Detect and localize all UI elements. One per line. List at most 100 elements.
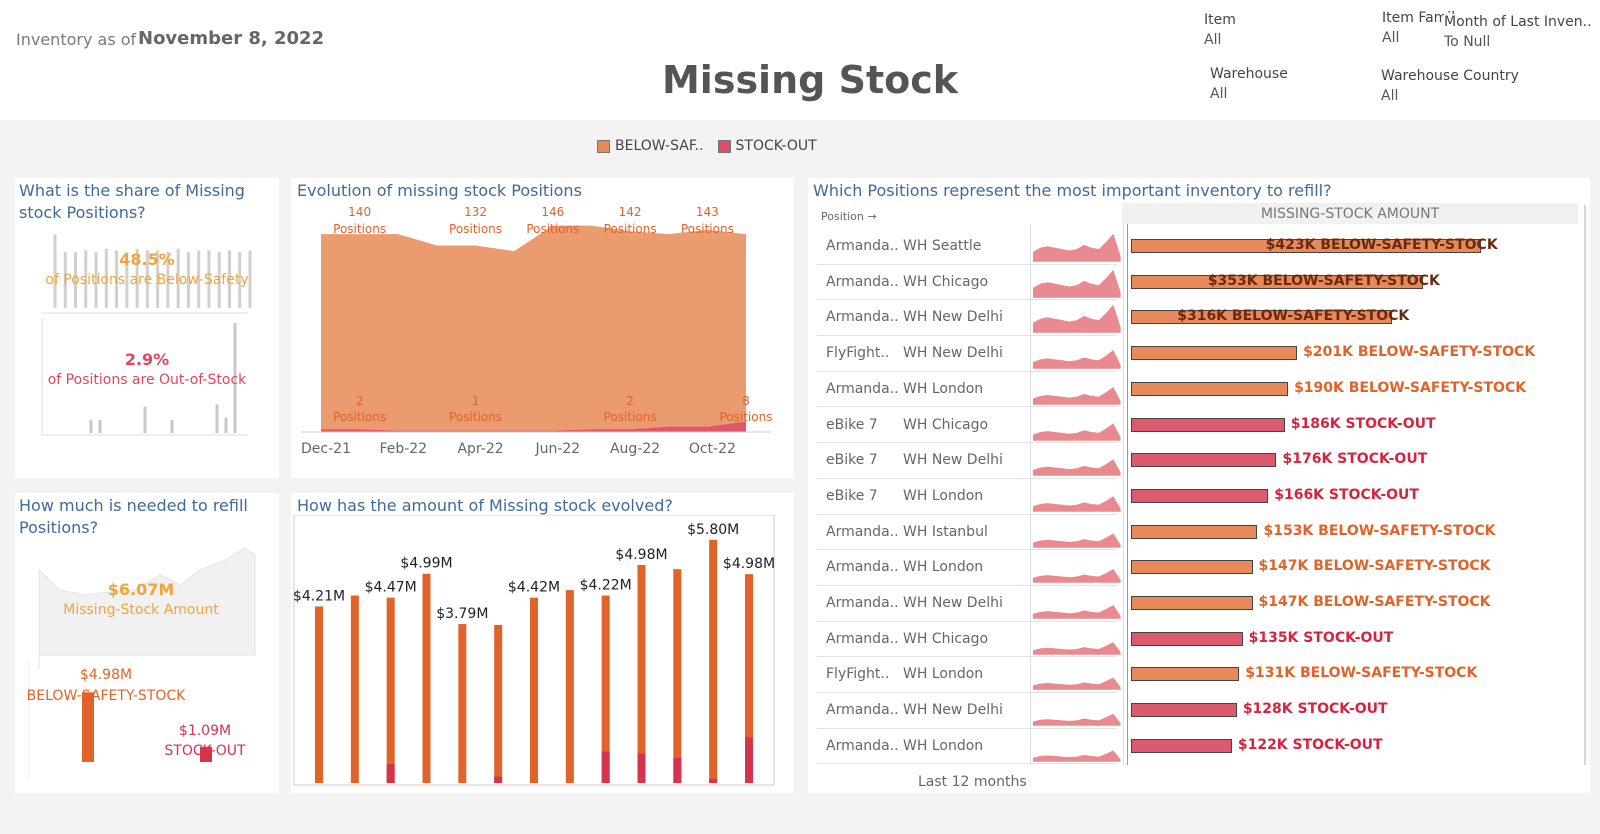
sparkline-area [1033, 386, 1121, 405]
sort-arrow-icon[interactable]: → [867, 210, 876, 223]
share-out-bar [215, 404, 219, 433]
table-row[interactable]: Armanda.. WH New Delhi $316K BELOW-SAFETY-… [817, 300, 1587, 337]
share-out-bar [89, 419, 93, 433]
area-x-tick-label: Feb-22 [379, 441, 427, 457]
amount-bar-label: $4.47M [365, 580, 417, 596]
area-top-value-label: 140 [348, 205, 371, 219]
table-row[interactable]: Armanda.. WH New Delhi $147K BELOW-SAFETY-… [817, 586, 1587, 622]
table-row[interactable]: Armanda.. WH Chicago $135K STOCK-OUT [817, 622, 1587, 658]
bar-value-label: $316K BELOW-SAFETY-STOCK [1177, 308, 1410, 325]
row-warehouse-name: WH New Delhi [903, 452, 1003, 469]
row-item-name: Armanda.. [826, 559, 899, 576]
amount-panel-title: How has the amount of Missing stock evol… [297, 496, 673, 515]
refill-total-label: Missing-Stock Amount [63, 602, 219, 618]
area-bottom-positions-label: Positions [449, 410, 502, 424]
out-of-stock-text: of Positions are Out-of-Stock [47, 372, 247, 388]
row-warehouse-name: WH New Delhi [903, 345, 1003, 362]
stock-out-bar[interactable] [1131, 453, 1277, 468]
sparkline-area [1033, 305, 1121, 334]
position-column-header[interactable]: Position → [821, 210, 877, 223]
below-safety-bar[interactable] [1131, 667, 1240, 682]
below-safety-bar[interactable] [1131, 524, 1258, 539]
row-sparkline [1033, 604, 1121, 619]
row-item-name: FlyFight.. [826, 345, 890, 362]
amount-bar-label: $4.99M [400, 556, 452, 572]
stock-out-bar[interactable] [1131, 631, 1243, 646]
table-row[interactable]: Armanda.. WH London $147K BELOW-SAFETY-STO… [817, 550, 1587, 586]
area-bottom-positions-label: Positions [604, 410, 657, 424]
amount-column-header[interactable]: MISSING-STOCK AMOUNT [1122, 206, 1578, 222]
table-row[interactable]: Armanda.. WH London $190K BELOW-SAFETY-STO… [817, 372, 1587, 408]
amount-bar-below-safety [494, 624, 503, 783]
amount-bar-label: $4.98M [723, 556, 775, 572]
area-x-tick-label: Apr-22 [457, 441, 503, 457]
filter-warehouse-value[interactable]: All [1210, 86, 1288, 102]
amount-bar-below-safety [386, 597, 395, 783]
filter-item-label: Item [1204, 12, 1236, 28]
table-row[interactable]: FlyFight.. WH New Delhi $201K BELOW-SAFETY… [817, 336, 1587, 372]
stock-out-bar[interactable] [1131, 488, 1269, 503]
refill-out-amount: $1.09M [178, 723, 232, 739]
row-sparkline [1033, 713, 1121, 726]
below-safety-bar[interactable] [1131, 596, 1253, 610]
position-header-label: Position [821, 210, 864, 223]
table-row[interactable]: Armanda.. WH New Delhi $128K STOCK-OUT [817, 693, 1587, 729]
row-warehouse-name: WH London [903, 487, 984, 504]
area-top-value-label: 142 [619, 205, 642, 219]
sparkline-area [1033, 269, 1121, 298]
sparkline-area [1033, 677, 1121, 691]
filter-warehouse-country-value[interactable]: All [1381, 88, 1519, 104]
refill-total-amount: $6.07M [107, 580, 175, 599]
table-row[interactable]: Armanda.. WH London $122K STOCK-OUT [817, 729, 1587, 765]
filter-month-value[interactable]: To Null [1444, 34, 1592, 50]
row-sparkline [1033, 422, 1121, 441]
amount-bar-chart: $4.21M $4.47M $4.99M $3.79M $4.42M $4.22M $4.9… [293, 515, 775, 786]
below-safety-bar[interactable] [1131, 560, 1253, 575]
table-row[interactable]: eBike 7 WH Chicago $186K STOCK-OUT [817, 408, 1587, 444]
evolution-panel-title: Evolution of missing stock Positions [297, 181, 582, 200]
bar-value-label: $122K STOCK-OUT [1237, 736, 1383, 753]
legend-item-below-safety[interactable]: BELOW-SAF.. [597, 138, 704, 154]
inventory-as-of-label: Inventory as of [16, 30, 137, 49]
below-safety-bar[interactable] [1131, 346, 1298, 361]
below-safety-bar[interactable] [1131, 381, 1289, 396]
row-sparkline [1033, 459, 1121, 476]
bar-value-label: $128K STOCK-OUT [1242, 701, 1388, 718]
table-scrollbar[interactable] [1584, 205, 1586, 765]
legend-swatch-stock-out [717, 139, 731, 153]
stock-out-bar[interactable] [1131, 738, 1232, 753]
stock-out-bar[interactable] [1131, 703, 1237, 718]
bar-value-label: $166K STOCK-OUT [1274, 486, 1419, 503]
inventory-date: November 8, 2022 [138, 28, 325, 49]
row-sparkline [1033, 496, 1121, 512]
filter-warehouse-country[interactable]: Warehouse Country All [1381, 68, 1519, 104]
table-row[interactable]: eBike 7 WH New Delhi $176K STOCK-OUT [817, 443, 1587, 479]
bar-value-label: $423K BELOW-SAFETY-STOCK [1265, 237, 1498, 253]
table-row[interactable]: FlyFight.. WH London $131K BELOW-SAFETY-ST… [817, 657, 1587, 694]
filter-item-value[interactable]: All [1204, 32, 1236, 48]
table-row[interactable]: Armanda.. WH Chicago $353K BELOW-SAFETY-ST… [817, 265, 1587, 301]
amount-bar-stock-out [673, 757, 682, 783]
area-x-tick-label: Dec-21 [301, 441, 351, 457]
sparkline-area [1033, 350, 1121, 369]
legend-item-stock-out[interactable]: STOCK-OUT [717, 138, 817, 154]
area-below-safety [321, 225, 746, 432]
share-out-bar [98, 419, 102, 433]
table-row[interactable]: Armanda.. WH Seattle $423K BELOW-SAFETY-ST… [817, 229, 1587, 265]
table-row[interactable]: Armanda.. WH Istanbul $153K BELOW-SAFETY-S… [817, 515, 1587, 551]
filter-warehouse[interactable]: Warehouse All [1210, 66, 1288, 102]
sparkline-area [1033, 641, 1121, 655]
amount-bar-below-safety [350, 595, 359, 783]
row-warehouse-name: WH New Delhi [903, 702, 1003, 719]
amount-bar-label: $4.42M [508, 580, 560, 596]
legend-label-below-safety: BELOW-SAF.. [615, 138, 704, 154]
row-warehouse-name: WH London [903, 666, 984, 683]
table-row[interactable]: eBike 7 WH London $166K STOCK-OUT [817, 479, 1587, 515]
row-sparkline [1033, 533, 1121, 548]
row-item-name: FlyFight.. [826, 666, 890, 683]
filter-month-of-last-inventory[interactable]: Month of Last Inven.. To Null [1444, 14, 1596, 50]
filter-item[interactable]: Item All [1204, 12, 1236, 48]
amount-bar-stock-out [709, 778, 718, 783]
amount-bar-below-safety [709, 539, 718, 783]
stock-out-bar[interactable] [1131, 417, 1285, 432]
